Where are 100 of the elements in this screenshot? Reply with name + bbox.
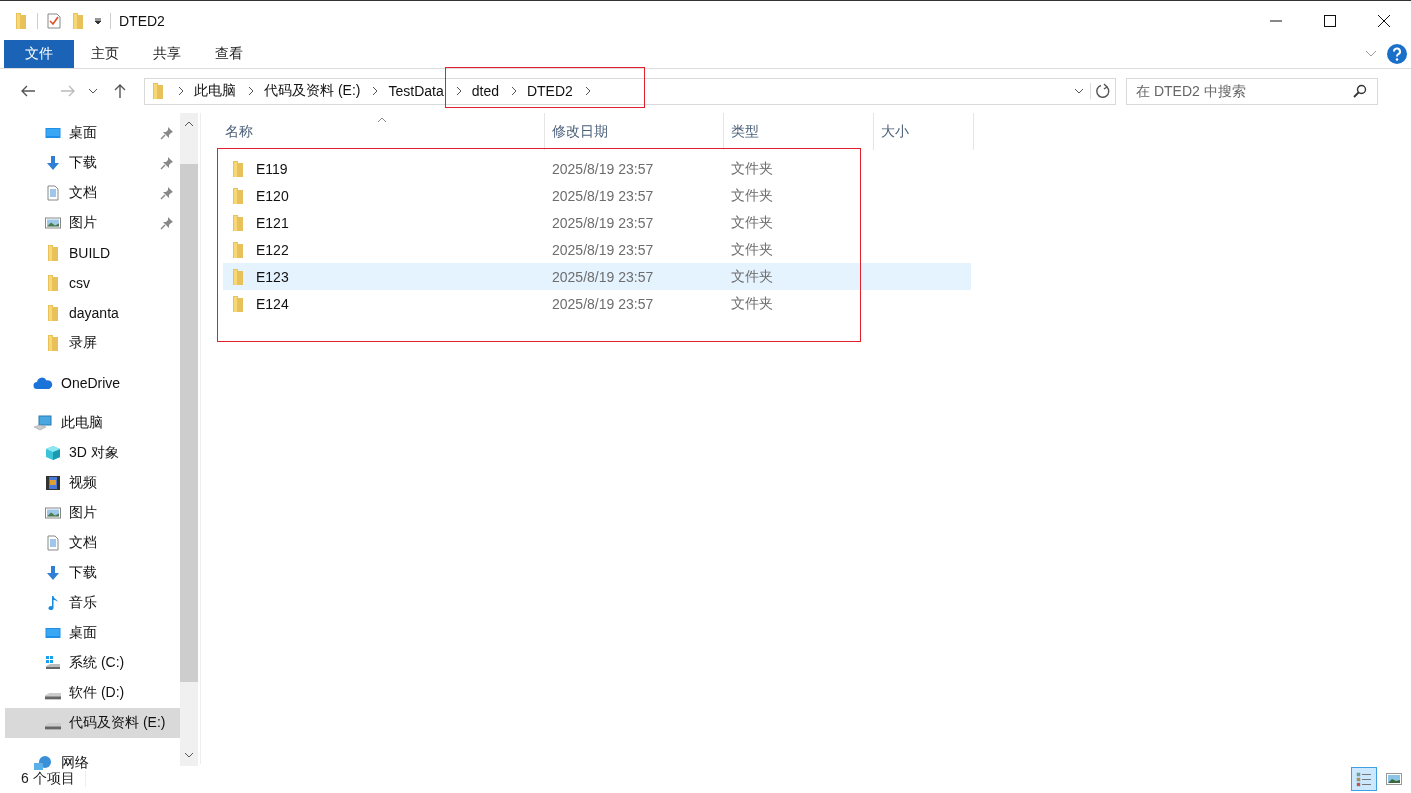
chevron-right-icon[interactable] (510, 86, 517, 96)
nav-pane-item[interactable]: 音乐 (0, 588, 180, 618)
breadcrumb-link[interactable]: 此电脑 (194, 82, 236, 100)
file-menu-tab[interactable]: 文件 (4, 40, 74, 68)
ribbon-tab[interactable]: 主页 (74, 40, 136, 68)
folder-icon (48, 275, 58, 291)
folder-icon (153, 83, 163, 99)
nav-pane-item[interactable]: 软件 (D:) (0, 678, 180, 708)
nav-pane-item[interactable]: 文档 (0, 178, 180, 208)
drive-icon (45, 655, 61, 671)
chevron-right-icon[interactable] (178, 86, 184, 96)
nav-pane-item[interactable]: 代码及资料 (E:) (5, 708, 180, 738)
file-name: E122 (256, 241, 289, 258)
nav-pane-item[interactable]: 视频 (0, 468, 180, 498)
file-row[interactable]: E121 2025/8/19 23:57 文件夹 (223, 209, 971, 236)
details-view-button[interactable] (1351, 766, 1377, 791)
list-icon (1356, 770, 1372, 787)
folder-icon (233, 268, 243, 285)
help-icon[interactable] (1387, 44, 1407, 64)
nav-pane-item[interactable]: 3D 对象 (0, 438, 180, 468)
back-arrow-icon[interactable] (20, 83, 36, 99)
chevron-right-icon[interactable] (584, 86, 591, 96)
modified-date: 2025/8/19 23:57 (551, 187, 655, 204)
drive-icon (45, 722, 61, 730)
folder-icon (16, 12, 26, 29)
monitor-icon (45, 125, 61, 141)
nav-pane-item[interactable]: 文档 (0, 528, 180, 558)
film-icon (45, 475, 61, 491)
nav-pane-item[interactable]: 下载 (0, 148, 180, 178)
nav-pane-item[interactable]: 图片 (0, 498, 180, 528)
nav-pane-item[interactable]: 此电脑 (0, 408, 180, 438)
pin-icon[interactable] (160, 156, 174, 170)
folder-icon (48, 335, 58, 351)
scrollbar[interactable] (180, 113, 198, 766)
ribbon-tab[interactable]: 共享 (136, 40, 198, 68)
file-type: 文件夹 (730, 159, 774, 178)
scroll-up-icon[interactable] (184, 121, 194, 127)
breadcrumb-link[interactable]: 代码及资料 (E:) (264, 82, 361, 100)
breadcrumb-link[interactable]: DTED2 (526, 83, 573, 99)
cube-icon (45, 445, 61, 461)
column-header[interactable]: 类型 (724, 113, 874, 150)
nav-pane-item[interactable]: 图片 (0, 208, 180, 238)
document-icon (45, 535, 61, 551)
column-header[interactable]: 名称 (218, 113, 545, 150)
scroll-down-icon[interactable] (184, 752, 194, 758)
folder-icon (48, 245, 58, 261)
file-row[interactable]: E119 2025/8/19 23:57 文件夹 (223, 155, 971, 182)
chevron-right-icon[interactable] (248, 86, 254, 96)
file-name: E124 (256, 295, 289, 312)
file-name: E123 (256, 268, 289, 285)
nav-pane-item[interactable]: OneDrive (0, 368, 180, 398)
up-arrow-icon[interactable] (112, 83, 128, 99)
address-bar[interactable]: 此电脑 代码及资料 (E:) TestData dted DTED2 (144, 77, 1116, 105)
breadcrumb-link[interactable]: TestData (388, 83, 444, 99)
nav-pane-item[interactable]: 桌面 (0, 118, 180, 148)
window-title: DTED2 (119, 12, 165, 29)
file-row[interactable]: E123 2025/8/19 23:57 文件夹 (223, 263, 971, 290)
chevron-right-icon[interactable] (455, 86, 462, 96)
chevron-right-icon[interactable] (372, 86, 379, 96)
nav-pane-item[interactable]: 系统 (C:) (0, 648, 180, 678)
nav-pane-item[interactable]: dayanta (0, 298, 180, 328)
search-field[interactable]: 在 DTED2 中搜索 (1126, 77, 1378, 105)
ribbon-tab[interactable]: 查看 (198, 40, 260, 68)
breadcrumb-link[interactable]: dted (471, 83, 499, 99)
modified-date: 2025/8/19 23:57 (551, 160, 655, 177)
sort-caret-icon (377, 117, 387, 123)
pin-icon[interactable] (160, 216, 174, 230)
picture-icon (1386, 772, 1402, 785)
file-name: E121 (256, 214, 289, 231)
scrollbar-thumb[interactable] (180, 164, 198, 682)
nav-pane-item[interactable]: BUILD (0, 238, 180, 268)
folder-icon (73, 12, 83, 29)
dropdown-icon[interactable] (94, 16, 102, 25)
folder-icon (233, 295, 243, 312)
file-type: 文件夹 (730, 294, 774, 313)
file-row[interactable]: E122 2025/8/19 23:57 文件夹 (223, 236, 971, 263)
column-header[interactable]: 修改日期 (545, 113, 724, 150)
item-count: 6 个项目 (21, 769, 75, 788)
chevron-down-icon[interactable] (88, 88, 98, 94)
file-type: 文件夹 (730, 240, 774, 259)
close-icon (1378, 14, 1390, 27)
chevron-down-icon[interactable] (1074, 88, 1084, 94)
cloud-icon (33, 375, 53, 391)
pin-icon[interactable] (160, 126, 174, 140)
nav-pane-item[interactable]: csv (0, 268, 180, 298)
column-header[interactable]: 大小 (874, 113, 974, 150)
folder-icon (48, 305, 58, 321)
folder-icon (233, 214, 243, 231)
checklist-icon[interactable] (46, 12, 62, 29)
monitor-icon (45, 625, 61, 641)
nav-pane-item[interactable]: 桌面 (0, 618, 180, 648)
file-row[interactable]: E124 2025/8/19 23:57 文件夹 (223, 290, 971, 317)
nav-pane-item[interactable]: 录屏 (0, 328, 180, 358)
search-icon (1353, 83, 1367, 98)
picture-icon (45, 505, 61, 521)
modified-date: 2025/8/19 23:57 (551, 214, 655, 231)
file-row[interactable]: E120 2025/8/19 23:57 文件夹 (223, 182, 971, 209)
pin-icon[interactable] (160, 186, 174, 200)
file-name: E120 (256, 187, 289, 204)
nav-pane-item[interactable]: 下载 (0, 558, 180, 588)
